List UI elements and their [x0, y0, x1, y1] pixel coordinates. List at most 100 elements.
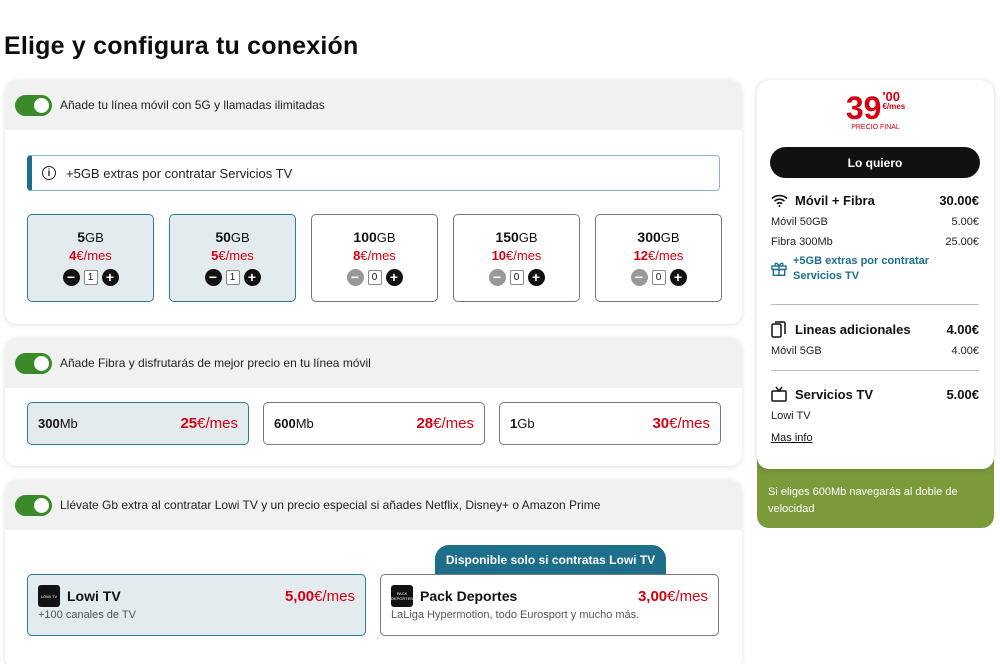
minus-button[interactable]: − [62, 269, 80, 286]
quantity-stepper: − 1 + [204, 269, 261, 286]
plus-button[interactable]: + [101, 269, 119, 286]
minus-button[interactable]: − [630, 269, 648, 286]
plan-price-unit: €/mes [76, 248, 112, 263]
tv-toggle-label: Llévate Gb extra al contratar Lowi TV y … [60, 498, 601, 512]
plus-button[interactable]: + [669, 269, 687, 286]
quantity-value[interactable]: 0 [651, 270, 666, 285]
summary-line-label: Lowi TV [771, 410, 811, 422]
minus-button[interactable]: − [204, 269, 222, 286]
plan-300gb[interactable]: 300GB 12€/mes − 0 + [595, 214, 722, 302]
fiber-speed-value: 300 [38, 416, 60, 431]
plus-button[interactable]: + [243, 269, 261, 286]
tv-section: Llévate Gb extra al contratar Lowi TV y … [5, 480, 742, 664]
quantity-value[interactable]: 1 [83, 270, 98, 285]
fiber-speed-unit: Mb [59, 416, 78, 431]
fiber-price-value: 30 [652, 415, 670, 432]
quantity-value[interactable]: 0 [509, 270, 524, 285]
tv-price-value: 5,00 [284, 587, 315, 605]
fiber-price-value: 28 [416, 415, 434, 432]
fiber-price-unit: €/mes [197, 415, 238, 432]
tv-option-lowi-tv[interactable]: LOWI TV Lowi TV 5,00€/mes +100 canales d… [27, 574, 366, 636]
info-icon: i [42, 166, 56, 180]
wifi-icon [771, 192, 789, 208]
minus-button[interactable]: − [346, 269, 364, 286]
fiber-speed-unit: Gb [517, 416, 535, 431]
summary-section-title: Lineas adicionales [795, 321, 911, 337]
summary-promo-text: Si eliges 600Mb navegarás al doble de ve… [768, 486, 958, 515]
final-price-unit: €/mes [882, 102, 906, 111]
mobile-toggle[interactable] [15, 94, 52, 116]
fiber-option-600mb[interactable]: 600Mb 28€/mes [263, 402, 485, 445]
summary-line-amount: 4.00€ [951, 345, 979, 357]
minus-button[interactable]: − [488, 269, 506, 286]
plan-150gb[interactable]: 150GB 10€/mes − 0 + [453, 214, 580, 302]
plan-gb-unit: GB [518, 230, 538, 245]
plan-gb-value: 5 [77, 229, 85, 245]
phones-icon [771, 320, 789, 338]
lo-quiero-button[interactable]: Lo quiero [770, 147, 980, 178]
mobile-plan-list: 5GB 4€/mes − 1 + 50GB 5€/mes − 1 + 100GB… [27, 214, 722, 302]
tv-price-unit: €/mes [314, 587, 355, 605]
plan-gb-value: 100 [353, 229, 377, 245]
tv-icon [771, 386, 789, 402]
plan-100gb[interactable]: 100GB 8€/mes − 0 + [311, 214, 438, 302]
plan-price-unit: €/mes [506, 248, 542, 263]
quantity-value[interactable]: 0 [367, 270, 382, 285]
fiber-option-300mb[interactable]: 300Mb 25€/mes [27, 402, 249, 445]
final-price-decimal: '00 [882, 89, 901, 104]
summary-section-amount: 30.00€ [939, 192, 979, 208]
fiber-toggle[interactable] [15, 352, 52, 374]
final-price-label: PRECIO FINAL [851, 124, 900, 131]
page-title: Elige y configura tu conexión [4, 32, 359, 60]
quantity-stepper: − 0 + [346, 269, 403, 286]
order-summary: 39 '00 €/mes PRECIO FINAL Lo quiero Móvi… [757, 80, 994, 469]
quantity-value[interactable]: 1 [225, 270, 240, 285]
tv-option-subtitle: LaLiga Hypermotion, todo Eurosport y muc… [391, 609, 640, 621]
plan-gb-value: 50 [215, 229, 231, 245]
plan-price-unit: €/mes [648, 248, 684, 263]
extra-gb-info: i +5GB extras por contratar Servicios TV [27, 155, 720, 191]
plan-gb-unit: GB [230, 230, 250, 245]
fiber-option-list: 300Mb 25€/mes 600Mb 28€/mes 1Gb 30€/mes [27, 402, 721, 445]
mas-info-link[interactable]: Mas info [771, 432, 813, 444]
summary-line-label: Móvil 50GB [771, 216, 828, 228]
plan-gb-value: 300 [637, 229, 661, 245]
quantity-stepper: − 1 + [62, 269, 119, 286]
summary-lineas-adicionales: Lineas adicionales 4.00€ Móvil 5GB 4.00€ [771, 320, 979, 357]
lowi-tv-logo: LOWI TV [38, 585, 60, 607]
fiber-price-unit: €/mes [433, 415, 474, 432]
tv-option-name: Pack Deportes [420, 588, 518, 604]
plan-price-value: 12 [633, 248, 649, 263]
summary-section-title: Móvil + Fibra [795, 192, 875, 208]
tv-option-pack-deportes[interactable]: PACK DEPORTES Pack Deportes 3,00€/mes La… [380, 574, 719, 636]
fiber-section: Añade Fibra y disfrutarás de mejor preci… [5, 338, 742, 466]
plan-gb-unit: GB [660, 230, 680, 245]
summary-line-label: Fibra 300Mb [771, 236, 833, 248]
fiber-price-value: 25 [180, 415, 198, 432]
final-price: 39 '00 €/mes [757, 89, 994, 126]
summary-line-label: Móvil 5GB [771, 345, 822, 357]
quantity-stepper: − 0 + [630, 269, 687, 286]
plus-button[interactable]: + [385, 269, 403, 286]
summary-divider [771, 370, 979, 371]
tv-option-price: 5,00€/mes [285, 588, 355, 605]
tv-price-value: 3,00 [637, 587, 668, 605]
fiber-option-1gb[interactable]: 1Gb 30€/mes [499, 402, 721, 445]
final-price-integer: 39 [845, 90, 882, 126]
summary-section-amount: 4.00€ [946, 321, 979, 337]
plus-button[interactable]: + [527, 269, 545, 286]
tv-toggle[interactable] [15, 494, 52, 516]
plan-gb-unit: GB [85, 230, 104, 245]
extra-gb-info-text: +5GB extras por contratar Servicios TV [66, 165, 293, 181]
summary-line-amount: 5.00€ [951, 216, 979, 228]
tv-section-header: Llévate Gb extra al contratar Lowi TV y … [5, 480, 742, 530]
fiber-speed-value: 600 [274, 416, 296, 431]
plan-50gb[interactable]: 50GB 5€/mes − 1 + [169, 214, 296, 302]
fiber-section-header: Añade Fibra y disfrutarás de mejor preci… [5, 338, 742, 388]
plan-5gb[interactable]: 5GB 4€/mes − 1 + [27, 214, 154, 302]
pack-deportes-logo: PACK DEPORTES [391, 585, 413, 607]
summary-servicios-tv: Servicios TV 5.00€ Lowi TV Mas info [771, 386, 979, 446]
summary-section-amount: 5.00€ [946, 386, 979, 402]
tv-option-price: 3,00€/mes [638, 588, 708, 605]
fiber-toggle-label: Añade Fibra y disfrutarás de mejor preci… [60, 356, 371, 370]
